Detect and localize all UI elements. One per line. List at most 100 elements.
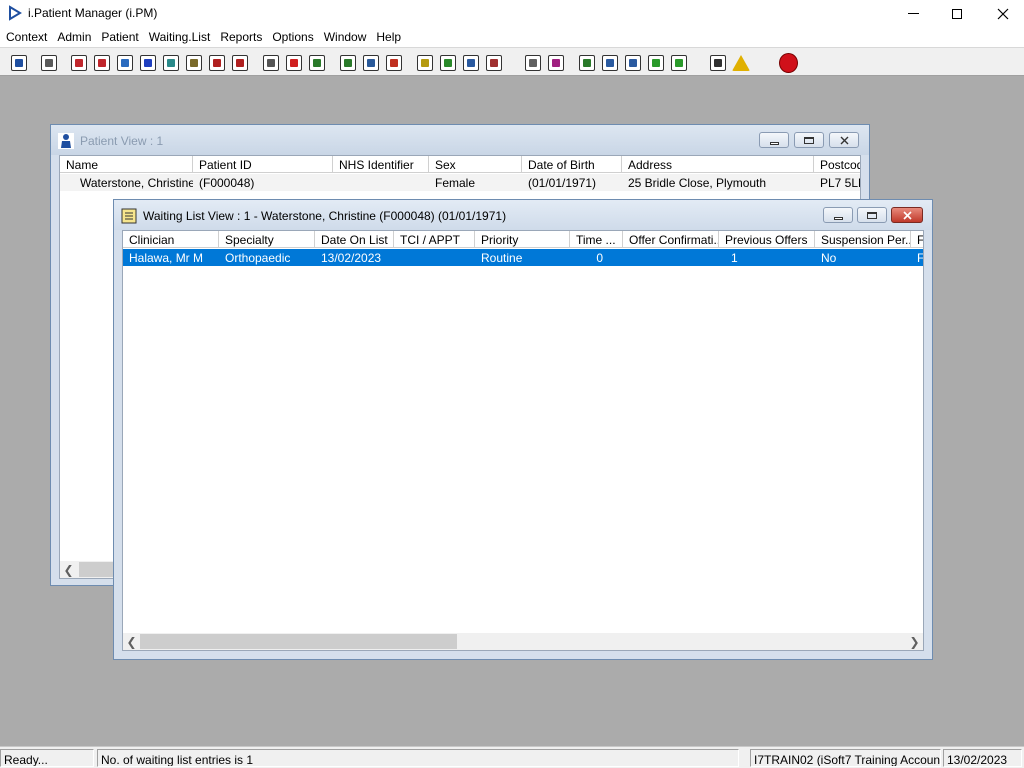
schedule-button[interactable] [360,52,381,73]
offer-button[interactable] [437,52,458,73]
patient-list-header: Name Patient ID NHS Identifier Sex Date of B… [60,156,860,173]
referral-icon [93,54,110,71]
menu-context[interactable]: Context [2,27,51,48]
waiting-list-button[interactable] [414,52,435,73]
transfer-out-button[interactable] [668,52,689,73]
scroll-right-icon[interactable]: ❯ [906,633,923,650]
table-cell: PL7 5LF [820,176,861,190]
table-cell: 13/02/2023 [321,251,382,265]
patient-view-restore-button[interactable] [794,132,824,148]
column-header[interactable]: NHS Identifier [333,156,429,173]
column-header[interactable]: Sex [429,156,522,173]
message-button[interactable] [599,52,620,73]
column-header[interactable]: Date of Birth [522,156,622,173]
envelope-cancel-button[interactable] [260,52,281,73]
timer-button[interactable] [383,52,404,73]
swap-button[interactable] [707,52,728,73]
waiting-list-close-button[interactable] [891,207,923,223]
referral-button[interactable] [91,52,112,73]
flag-out-button[interactable] [229,52,250,73]
bar-chart-button[interactable] [545,52,566,73]
m-button[interactable] [137,52,158,73]
maximize-button[interactable] [934,0,980,27]
column-header[interactable]: TCI / APPT [394,231,475,248]
status-message: No. of waiting list entries is 1 [97,749,739,767]
waiting-list-icon [416,54,433,71]
waiting-list-restore-button[interactable] [857,207,887,223]
patient-view-caption: Patient View : 1 [51,125,869,155]
print-button[interactable] [38,52,59,73]
exit-icon [779,52,798,73]
print-icon [40,54,57,71]
m-icon [139,54,156,71]
clock-button[interactable] [283,52,304,73]
patient-view-minimize-button[interactable] [759,132,789,148]
waiting-list-minimize-button[interactable] [823,207,853,223]
column-header[interactable]: Previous Offers [719,231,815,248]
menu-window[interactable]: Window [320,27,371,48]
book-button[interactable] [68,52,89,73]
close-button[interactable] [980,0,1024,27]
table-row[interactable]: Waterstone, Christine... (F000048) Female (… [60,174,860,191]
table-cell: 25 Bridle Close, Plymouth [628,176,767,190]
menu-options[interactable]: Options [268,27,317,48]
menu-reports[interactable]: Reports [216,27,266,48]
menu-admin[interactable]: Admin [53,27,95,48]
globe-button[interactable] [576,52,597,73]
column-header[interactable]: Patient ID [193,156,333,173]
document-icon [524,54,541,71]
column-header[interactable]: Address [622,156,814,173]
column-header[interactable]: Postcod [814,156,860,173]
clinician-button[interactable] [160,52,181,73]
restore-icon [804,136,814,144]
patient-view-title: Patient View : 1 [80,134,164,148]
warning-button[interactable] [730,52,751,73]
column-header[interactable]: F [911,231,923,248]
column-header[interactable]: Time ... [570,231,623,248]
screen-button[interactable] [306,52,327,73]
table-cell: 0 [596,251,603,265]
appointment-list-button[interactable] [337,52,358,73]
table-row[interactable]: Halawa, Mr M Orthopaedic 13/02/2023 Routine… [123,249,923,266]
scroll-thumb[interactable] [140,634,457,649]
admit-button[interactable] [460,52,481,73]
column-header[interactable]: Priority [475,231,570,248]
flag-in-button[interactable] [206,52,227,73]
globe-icon [578,54,595,71]
document-button[interactable] [522,52,543,73]
ward-icon [485,54,502,71]
column-header[interactable]: Clinician [123,231,219,248]
waiting-list-header: Clinician Specialty Date On List TCI / APPT… [123,231,923,248]
envelope-cancel-icon [262,54,279,71]
transfer-in-button[interactable] [645,52,666,73]
scroll-left-icon[interactable]: ❮ [123,633,140,650]
notes-button[interactable] [183,52,204,73]
flag-in-icon [208,54,225,71]
table-cell: Routine [481,251,523,265]
waiting-list-icon [121,208,137,224]
table-cell: (01/01/1971) [528,176,597,190]
menu-patient[interactable]: Patient [97,27,142,48]
table-cell: Female [435,176,476,190]
table-cell: No [821,251,837,265]
patient-list-hscroll[interactable]: ❮ [60,561,120,578]
check-button[interactable] [622,52,643,73]
waiting-list-view-window: Waiting List View : 1 - Waterstone, Chri… [113,199,933,660]
minimize-button[interactable] [890,0,936,27]
column-header[interactable]: Name [60,156,193,173]
menu-waiting-list[interactable]: Waiting.List [145,27,215,48]
waiting-list-hscroll[interactable]: ❮ ❯ [123,633,923,650]
column-header[interactable]: Date On List [315,231,394,248]
schedule-icon [362,54,379,71]
column-header[interactable]: Offer Confirmati... [623,231,719,248]
exit-button[interactable] [778,52,799,73]
column-header[interactable]: Specialty [219,231,315,248]
scroll-left-icon[interactable]: ❮ [60,561,77,578]
patient-view-close-button[interactable] [829,132,859,148]
patient-search-button[interactable] [8,52,29,73]
episode-button[interactable] [114,52,135,73]
column-header[interactable]: Suspension Per... [815,231,911,248]
ward-button[interactable] [483,52,504,73]
table-cell [394,249,475,266]
menu-help[interactable]: Help [372,27,405,48]
